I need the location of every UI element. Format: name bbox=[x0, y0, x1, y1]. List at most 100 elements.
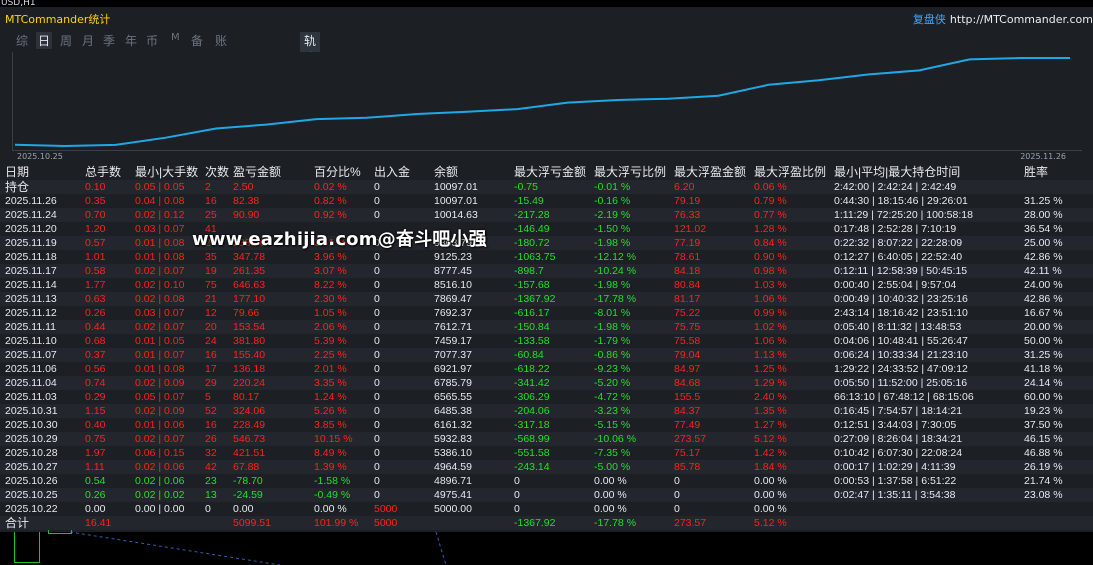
position-row[interactable]: 持仓 0.10 0.05 | 0.05 2 2.50 0.02 % 0 1009… bbox=[0, 180, 1093, 194]
cell-maxup: 75.58 bbox=[674, 334, 754, 348]
cell-pct: 2.30 % bbox=[314, 292, 374, 306]
table-row[interactable]: 2025.11.06 0.56 0.01 | 0.08 17 136.18 2.01 % 0… bbox=[0, 362, 1093, 376]
col-percent[interactable]: 百分比% bbox=[314, 164, 374, 180]
total-maxdd: -1367.92 bbox=[514, 516, 594, 530]
table-row[interactable]: 2025.11.18 1.01 0.01 | 0.08 35 347.78 3.96 % 0… bbox=[0, 250, 1093, 264]
table-row[interactable]: 2025.10.27 1.11 0.02 | 0.06 42 67.88 1.39 % 0 4… bbox=[0, 460, 1093, 474]
table-row[interactable]: 2025.11.03 0.29 0.05 | 0.07 5 80.17 1.24 % 0 65… bbox=[0, 390, 1093, 404]
cell-hold: 0:12:11 | 12:58:39 | 50:45:15 bbox=[834, 264, 1024, 278]
table-row[interactable]: 2025.10.30 0.40 0.01 | 0.06 16 228.49 3.85 % 0… bbox=[0, 418, 1093, 432]
cell-balance: 9125.23 bbox=[434, 250, 514, 264]
cell-lots: 1.15 bbox=[85, 404, 135, 418]
tab-day[interactable]: 日 bbox=[36, 32, 53, 49]
cell-winrate: 28.00 % bbox=[1024, 208, 1093, 222]
app-title: MTCommander统计 bbox=[5, 13, 111, 26]
cell-maxddpct: 0.00 % bbox=[594, 488, 674, 502]
table-row[interactable]: 2025.11.26 0.35 0.04 | 0.08 16 82.38 0.82 % 0 1… bbox=[0, 194, 1093, 208]
cell-hold: 0:02:47 | 1:35:11 | 3:54:38 bbox=[834, 488, 1024, 502]
cell-maxuppct: 1.35 % bbox=[754, 404, 834, 418]
table-row[interactable]: 2025.11.17 0.58 0.02 | 0.07 19 261.35 3.07 % 0… bbox=[0, 264, 1093, 278]
cell-maxdd: -551.58 bbox=[514, 446, 594, 460]
cell-balance: 5932.83 bbox=[434, 432, 514, 446]
cell-maxdd: -180.72 bbox=[514, 236, 594, 250]
cell-balance: 7692.37 bbox=[434, 306, 514, 320]
table-row[interactable]: 2025.11.10 0.68 0.01 | 0.05 24 381.80 5.39 % 0… bbox=[0, 334, 1093, 348]
tab-note[interactable]: 备 bbox=[191, 32, 203, 49]
cell-date: 2025.11.13 bbox=[0, 292, 85, 306]
table-row[interactable]: 2025.11.11 0.44 0.02 | 0.07 20 153.54 2.06 % 0… bbox=[0, 320, 1093, 334]
dotted-trade-line bbox=[435, 532, 447, 565]
cell-lots: 0.74 bbox=[85, 376, 135, 390]
col-winrate[interactable]: 胜率 bbox=[1024, 164, 1093, 180]
cell-balance: 8516.10 bbox=[434, 278, 514, 292]
cell-date: 2025.11.17 bbox=[0, 264, 85, 278]
table-row[interactable]: 2025.10.31 1.15 0.02 | 0.09 52 324.06 5.26 % 0… bbox=[0, 404, 1093, 418]
cell-maxup: 84.37 bbox=[674, 404, 754, 418]
table-row[interactable]: 2025.11.24 0.70 0.02 | 0.12 25 90.90 0.92 % 0 1… bbox=[0, 208, 1093, 222]
col-max-runup-pct[interactable]: 最大浮盈比例 bbox=[754, 164, 834, 180]
cell-balance: 6921.97 bbox=[434, 362, 514, 376]
tab-quarter[interactable]: 季 bbox=[103, 32, 115, 49]
cell-winrate: 50.00 % bbox=[1024, 334, 1093, 348]
tab-year[interactable]: 年 bbox=[125, 32, 137, 49]
cell-count: 12 bbox=[205, 306, 233, 320]
cell-cash: 0 bbox=[374, 418, 434, 432]
brand-link[interactable]: 复盘侠 http://MTCommander.com bbox=[913, 11, 1093, 27]
col-max-runup[interactable]: 最大浮盈金额 bbox=[674, 164, 754, 180]
cell-minmax: 0.06 | 0.15 bbox=[135, 446, 205, 460]
tab-week[interactable]: 周 bbox=[60, 32, 72, 49]
cell-maxup: 85.78 bbox=[674, 460, 754, 474]
table-row[interactable]: 2025.11.14 1.77 0.02 | 0.10 75 646.63 8.22 % 0… bbox=[0, 278, 1093, 292]
cell-maxdd: -217.28 bbox=[514, 208, 594, 222]
tab-magic[interactable]: M bbox=[171, 32, 180, 43]
panel-titlebar: MTCommander统计 复盘侠 http://MTCommander.com bbox=[0, 7, 1093, 29]
table-row[interactable]: 2025.10.22 0.00 0.00 | 0.00 0 0.00 0.00 % 5000… bbox=[0, 502, 1093, 516]
table-row[interactable]: 2025.11.04 0.74 0.02 | 0.09 29 220.24 3.35 % 0… bbox=[0, 376, 1093, 390]
table-header: 日期 总手数 最小|大手数 次数 盈亏金额 百分比% 出入金 余额 最大浮亏金额… bbox=[0, 164, 1093, 180]
cell-maxuppct: 0.06 % bbox=[754, 180, 834, 194]
cell-lots: 0.40 bbox=[85, 418, 135, 432]
col-date[interactable]: 日期 bbox=[0, 164, 85, 180]
cell-lots: 0.70 bbox=[85, 208, 135, 222]
table-row[interactable]: 2025.11.12 0.26 0.03 | 0.07 12 79.66 1.05 % 0 7… bbox=[0, 306, 1093, 320]
cell-maxddpct: -2.19 % bbox=[594, 208, 674, 222]
col-max-drawdown[interactable]: 最大浮亏金额 bbox=[514, 164, 594, 180]
col-max-drawdown-pct[interactable]: 最大浮亏比例 bbox=[594, 164, 674, 180]
tab-currency[interactable]: 币 bbox=[146, 32, 158, 49]
table-row[interactable]: 2025.11.20 1.20 0.03 | 0.07 41 -146.49 -1.50 … bbox=[0, 222, 1093, 236]
table-row[interactable]: 2025.11.19 0.57 0.01 | 0.08 24 238.56 2.61 % 0… bbox=[0, 236, 1093, 250]
cell-date: 2025.11.24 bbox=[0, 208, 85, 222]
cell-winrate: 24.14 % bbox=[1024, 376, 1093, 390]
table-row[interactable]: 2025.11.13 0.63 0.02 | 0.08 21 177.10 2.30 % 0… bbox=[0, 292, 1093, 306]
cell-cash: 0 bbox=[374, 460, 434, 474]
col-hold-time[interactable]: 最小|平均|最大持仓时间 bbox=[834, 164, 1024, 180]
table-row[interactable]: 2025.10.28 1.97 0.06 | 0.15 32 421.51 8.49 % 0… bbox=[0, 446, 1093, 460]
cell-maxddpct: -1.79 % bbox=[594, 334, 674, 348]
cell-minmax: 0.02 | 0.12 bbox=[135, 208, 205, 222]
cell-winrate: 42.11 % bbox=[1024, 264, 1093, 278]
table-row[interactable]: 2025.10.26 0.54 0.02 | 0.06 23 -78.70 -1.58 %… bbox=[0, 474, 1093, 488]
cell-pnl: 261.35 bbox=[233, 264, 314, 278]
cell-pct: 10.15 % bbox=[314, 432, 374, 446]
cell-pct: 5.39 % bbox=[314, 334, 374, 348]
table-row[interactable]: 2025.10.29 0.75 0.02 | 0.07 26 546.73 10.15 %… bbox=[0, 432, 1093, 446]
cell-pnl: 646.63 bbox=[233, 278, 314, 292]
table-row[interactable]: 2025.11.07 0.37 0.01 | 0.07 16 155.40 2.25 % 0… bbox=[0, 348, 1093, 362]
col-cash[interactable]: 出入金 bbox=[374, 164, 434, 180]
col-minmax-lots[interactable]: 最小|大手数 bbox=[135, 164, 205, 180]
total-pnl: 5099.51 bbox=[233, 516, 314, 530]
table-row[interactable]: 2025.10.25 0.26 0.02 | 0.02 13 -24.59 -0.49 %… bbox=[0, 488, 1093, 502]
cell-count: 25 bbox=[205, 208, 233, 222]
col-lots[interactable]: 总手数 bbox=[85, 164, 135, 180]
cell-hold: 0:06:24 | 10:33:34 | 21:23:10 bbox=[834, 348, 1024, 362]
col-pnl[interactable]: 盈亏金额 bbox=[233, 164, 314, 180]
cell-lots: 1.20 bbox=[85, 222, 135, 236]
tab-summary[interactable]: 综 bbox=[16, 32, 28, 49]
cell-count: 29 bbox=[205, 376, 233, 390]
cell-maxddpct: -5.00 % bbox=[594, 460, 674, 474]
cell-maxup: 273.57 bbox=[674, 432, 754, 446]
col-count[interactable]: 次数 bbox=[205, 164, 233, 180]
cell-minmax: 0.05 | 0.05 bbox=[135, 180, 205, 194]
tab-month[interactable]: 月 bbox=[82, 32, 94, 49]
col-balance[interactable]: 余额 bbox=[434, 164, 514, 180]
